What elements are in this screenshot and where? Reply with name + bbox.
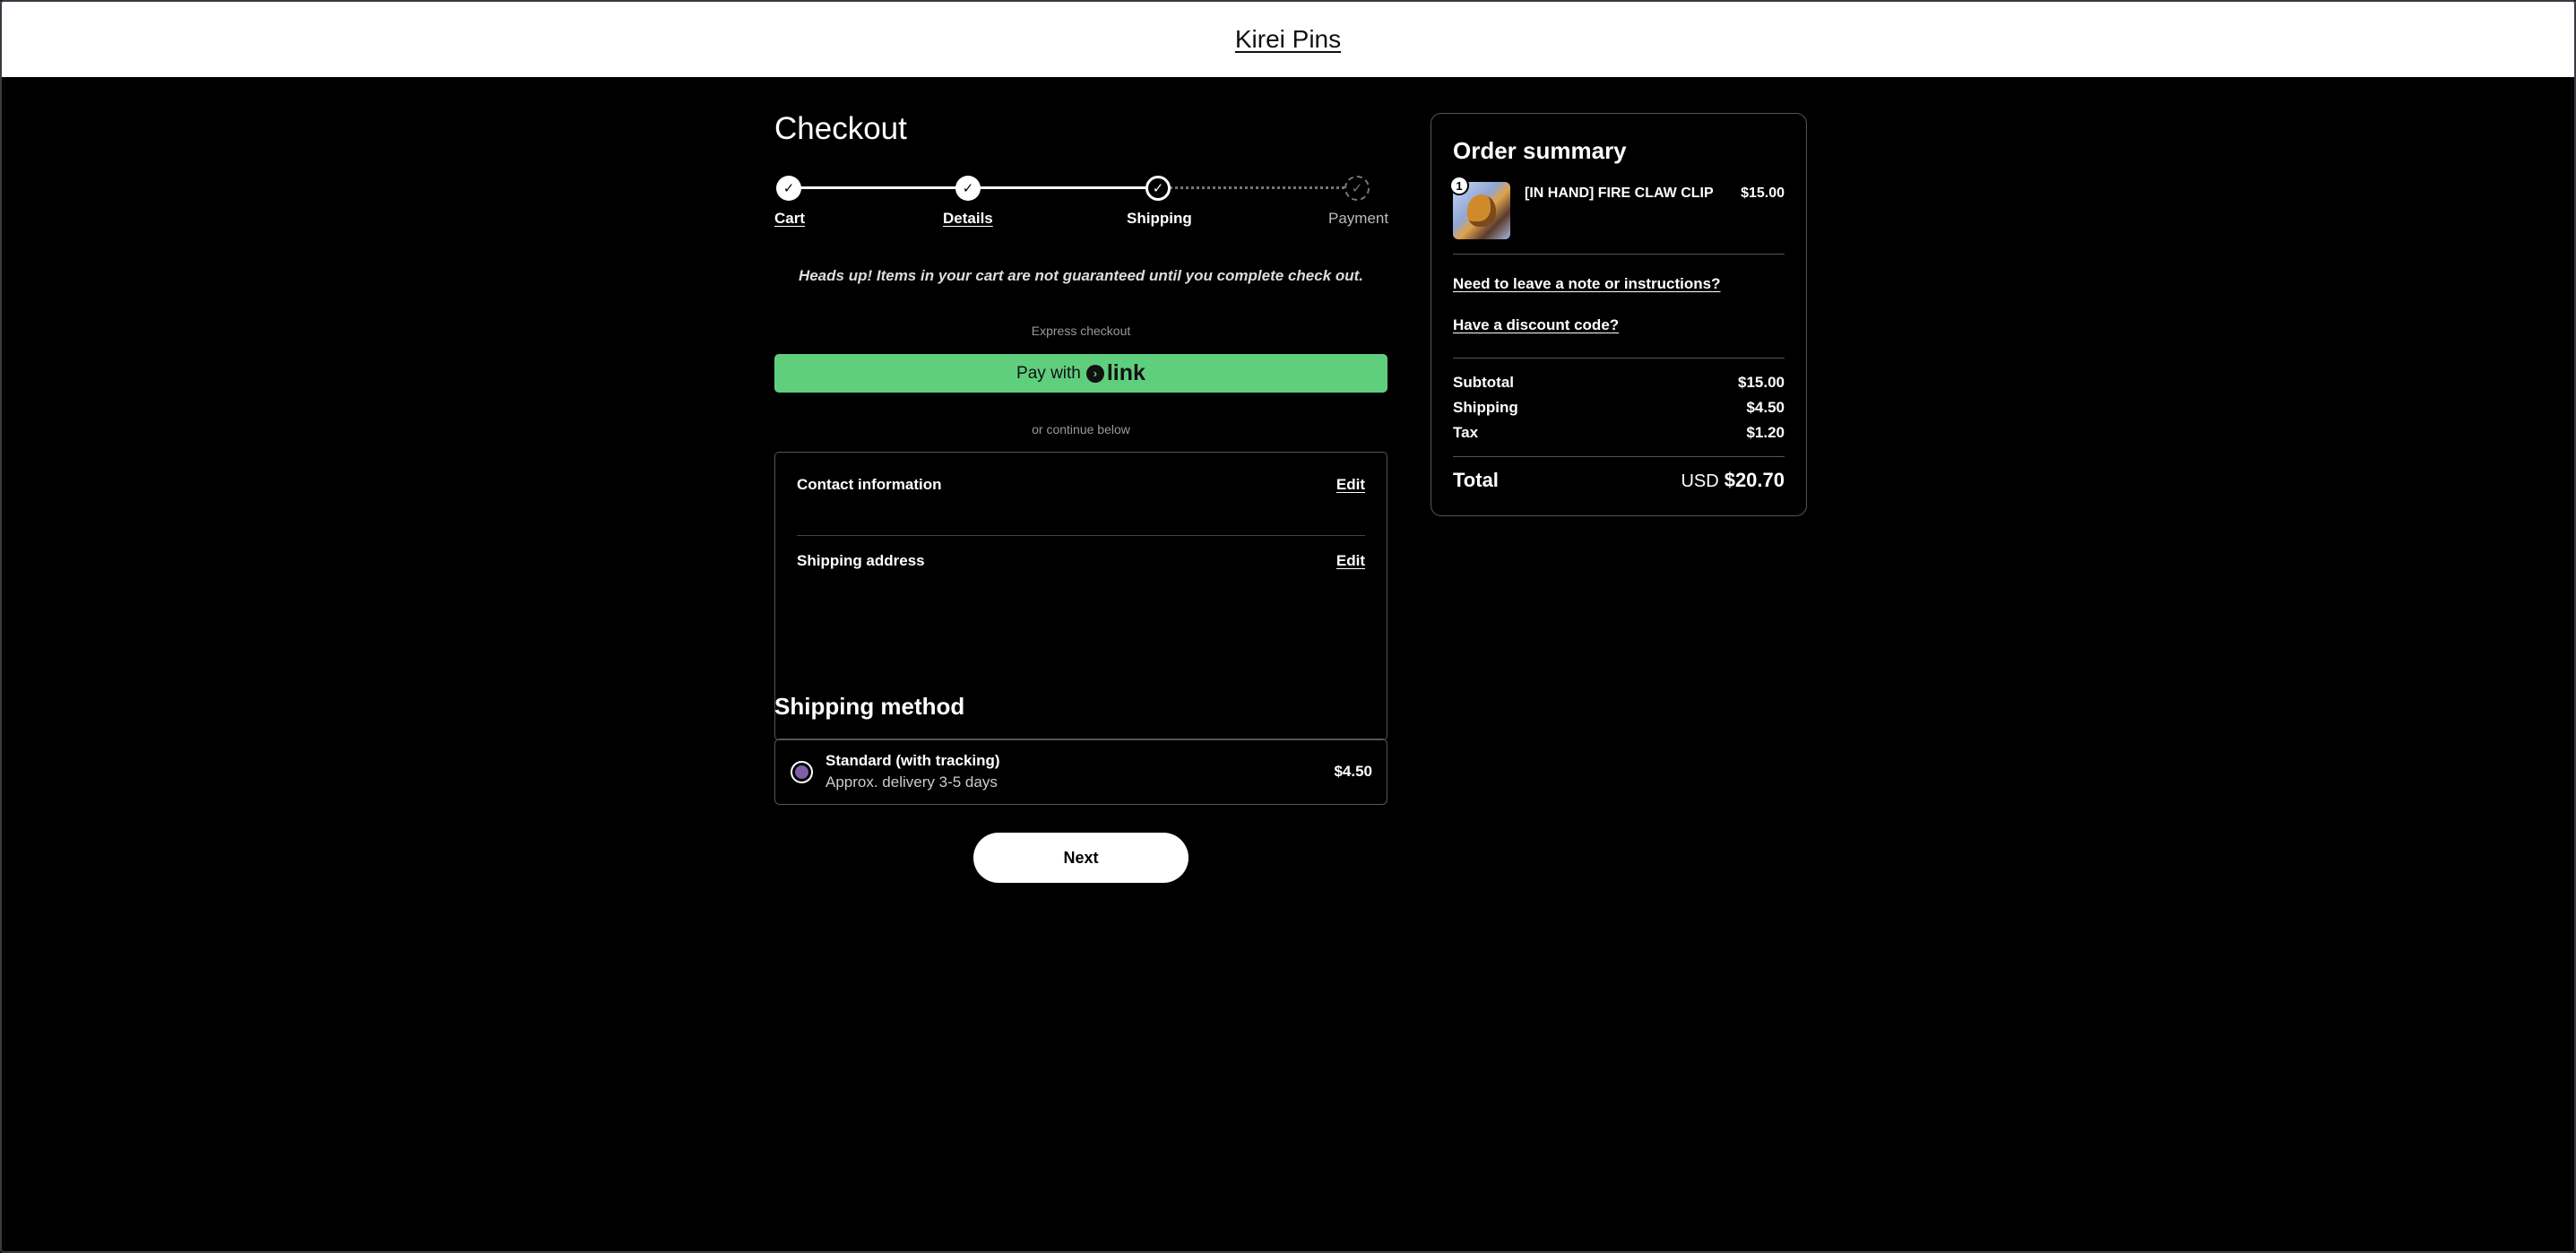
edit-shipping-address-link[interactable]: Edit <box>1336 552 1365 570</box>
step-cart[interactable]: Cart <box>774 210 805 228</box>
note-instructions-link[interactable]: Need to leave a note or instructions? <box>1453 275 1721 293</box>
subtotal-row: Subtotal $15.00 <box>1453 374 1785 392</box>
summary-divider <box>1453 254 1785 255</box>
shipping-address-row: Shipping address Edit <box>797 552 1365 570</box>
pay-with-link-button[interactable]: Pay with › link <box>774 354 1387 393</box>
tax-label: Tax <box>1453 424 1479 441</box>
step-shipping: Shipping <box>1127 210 1192 227</box>
item-name: [IN HAND] FIRE CLAW CLIP <box>1525 186 1714 201</box>
edit-contact-link[interactable]: Edit <box>1336 476 1365 494</box>
cart-notice: Heads up! Items in your cart are not gua… <box>798 267 1364 284</box>
shipping-option-eta: Approx. delivery 3-5 days <box>826 773 998 791</box>
tax-row: Tax $1.20 <box>1453 424 1785 442</box>
link-arrow-icon: › <box>1085 364 1104 383</box>
step-line-1 <box>789 186 968 189</box>
link-brand-text: link <box>1106 360 1145 385</box>
shipping-value: $4.50 <box>1746 399 1785 416</box>
page-title: Checkout <box>774 111 907 146</box>
total-amount: $20.70 <box>1724 469 1785 491</box>
shipping-option-price: $4.50 <box>1334 763 1372 780</box>
step-line-3 <box>1158 186 1361 189</box>
contact-row: Contact information Edit <box>797 476 1365 494</box>
total-label: Total <box>1453 469 1499 491</box>
item-price: $15.00 <box>1741 186 1785 201</box>
step-line-2 <box>968 186 1158 189</box>
divider <box>797 535 1365 536</box>
shipping-label: Shipping <box>1453 399 1518 416</box>
contact-label: Contact information <box>797 476 942 493</box>
discount-code-link[interactable]: Have a discount code? <box>1453 316 1619 334</box>
total-row: Total USD $20.70 <box>1453 469 1785 492</box>
item-thumbnail-figure <box>1467 194 1496 227</box>
step-details-check-icon[interactable]: ✓ <box>955 176 981 201</box>
total-currency: USD <box>1681 471 1719 491</box>
shipping-row: Shipping $4.50 <box>1453 399 1785 417</box>
radio-selected-dot <box>795 765 808 779</box>
summary-divider <box>1453 456 1785 457</box>
express-checkout-label: Express checkout <box>1031 324 1131 338</box>
shipping-address-label: Shipping address <box>797 552 925 569</box>
item-quantity-badge: 1 <box>1449 176 1469 195</box>
order-summary-title: Order summary <box>1453 137 1627 164</box>
next-button[interactable]: Next <box>973 833 1189 883</box>
link-logo: › link <box>1085 360 1145 386</box>
pay-with-label: Pay with <box>1016 363 1081 383</box>
shipping-method-title: Shipping method <box>774 693 965 720</box>
continue-below-label: or continue below <box>1032 422 1130 436</box>
store-name-link[interactable]: Kirei Pins <box>1235 25 1341 54</box>
step-cart-check-icon[interactable]: ✓ <box>776 176 801 201</box>
total-value: USD $20.70 <box>1681 469 1785 492</box>
summary-divider <box>1453 358 1785 359</box>
shipping-option-standard[interactable]: Standard (with tracking) Approx. deliver… <box>774 739 1387 805</box>
shipping-radio[interactable] <box>791 761 813 783</box>
subtotal-value: $15.00 <box>1738 374 1785 391</box>
step-payment-check-icon: ✓ <box>1344 176 1370 201</box>
step-payment: Payment <box>1328 210 1389 227</box>
shipping-option-name: Standard (with tracking) <box>826 752 1000 769</box>
subtotal-label: Subtotal <box>1453 374 1514 391</box>
step-details[interactable]: Details <box>943 210 993 228</box>
tax-value: $1.20 <box>1746 424 1785 441</box>
order-summary: Order summary 1 [IN HAND] FIRE CLAW CLIP… <box>1431 113 1807 516</box>
step-shipping-check-icon: ✓ <box>1145 176 1171 201</box>
site-header: Kirei Pins <box>0 0 2576 77</box>
